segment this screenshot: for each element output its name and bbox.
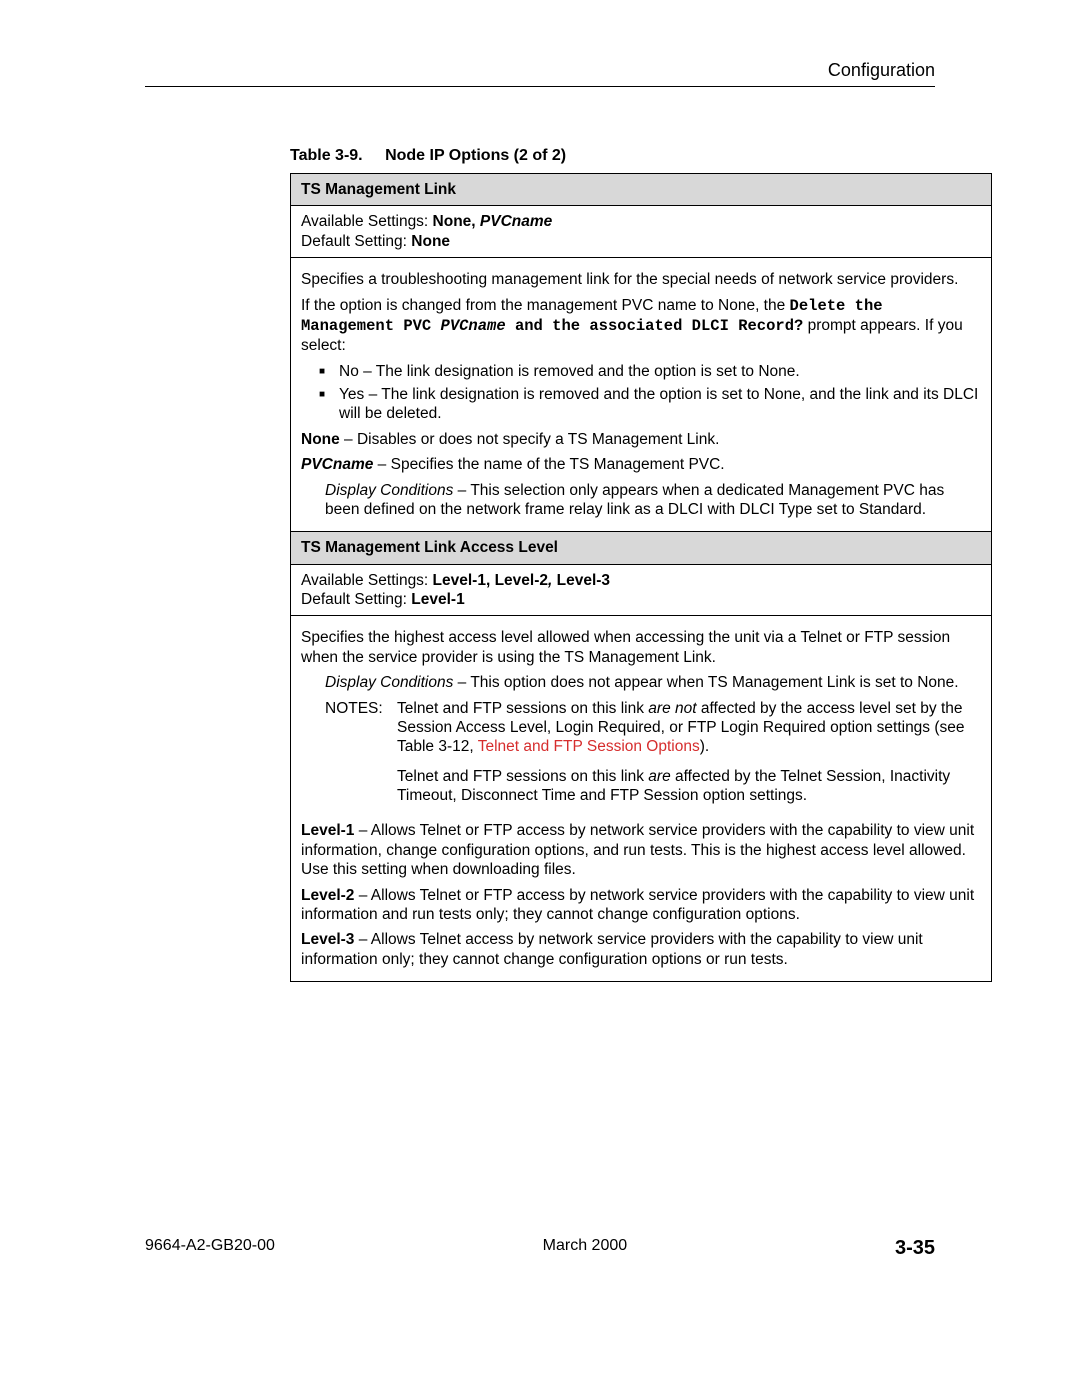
text: None [411,233,450,250]
paragraph: PVCname – Specifies the name of the TS M… [301,455,981,474]
row-header-access-level: TS Management Link Access Level [291,531,991,563]
text: If the option is changed from the manage… [301,297,790,314]
row-desc-access-level: Specifies the highest access level allow… [291,615,991,981]
text: Display Conditions [325,482,453,499]
options-table: TS Management Link Available Settings: N… [290,173,992,982]
code-text: PVCname [441,317,506,335]
text: Available Settings: [301,213,433,230]
doc-id: 9664-A2-GB20-00 [145,1237,275,1260]
text: Level-3 [557,572,610,589]
text: – Allows Telnet or FTP access by network… [301,822,974,878]
paragraph: Display Conditions – This selection only… [325,481,981,520]
text: , [548,572,557,589]
paragraph: Telnet and FTP sessions on this link are… [397,767,981,806]
paragraph: Level-1 – Allows Telnet or FTP access by… [301,821,981,879]
section-title: Configuration [145,60,935,81]
text: Available Settings: [301,572,433,589]
text: Telnet and FTP sessions on this link [397,768,648,785]
text: – This option does not appear when TS Ma… [453,674,958,691]
text: – Specifies the name of the TS Managemen… [373,456,724,473]
paragraph: Specifies a troubleshooting management l… [301,270,981,289]
paragraph: Telnet and FTP sessions on this link are… [397,699,981,757]
text: Default Setting: [301,233,411,250]
text: None, [433,213,480,230]
row-settings-access-level: Available Settings: Level-1, Level-2, Le… [291,564,991,616]
cross-reference-link[interactable]: Telnet and FTP Session Options [478,738,700,755]
text: Level-1 [411,591,464,608]
table-number: Table 3-9. [290,147,363,164]
text: Level-3 [301,931,354,948]
notes-body: Telnet and FTP sessions on this link are… [397,699,981,816]
row-header-ts-mgmt-link: TS Management Link [291,174,991,205]
page-footer: 9664-A2-GB20-00 March 2000 3-35 [145,1237,935,1260]
notes-block: NOTES: Telnet and FTP sessions on this l… [301,699,981,816]
text: – Allows Telnet or FTP access by network… [301,887,974,923]
paragraph: Display Conditions – This option does no… [325,673,981,692]
paragraph: Specifies the highest access level allow… [301,628,981,667]
row-desc-ts-mgmt-link: Specifies a troubleshooting management l… [291,257,991,531]
text: Display Conditions [325,674,453,691]
text: are [648,768,670,785]
page-number: 3-35 [895,1237,935,1260]
row-settings-ts-mgmt-link: Available Settings: None, PVCname Defaul… [291,205,991,257]
list-item: Yes – The link designation is removed an… [339,385,981,424]
notes-label: NOTES: [325,699,397,816]
text: – Disables or does not specify a TS Mana… [340,431,720,448]
paragraph: None – Disables or does not specify a TS… [301,430,981,449]
footer-date: March 2000 [543,1237,628,1260]
paragraph: If the option is changed from the manage… [301,296,981,356]
table-title: Node IP Options (2 of 2) [385,147,566,164]
paragraph: Level-2 – Allows Telnet or FTP access by… [301,886,981,925]
text: Telnet and FTP sessions on this link [397,700,648,717]
bullet-list: No – The link designation is removed and… [301,362,981,424]
text: PVCname [480,213,552,230]
text: None [301,431,340,448]
text: Level-1, Level-2 [433,572,548,589]
text: – Allows Telnet access by network servic… [301,931,923,967]
header-rule [145,86,935,87]
text: PVCname [301,456,373,473]
paragraph: Level-3 – Allows Telnet access by networ… [301,930,981,969]
list-item: No – The link designation is removed and… [339,362,981,381]
table-caption: Table 3-9. Node IP Options (2 of 2) [290,147,935,165]
text: Level-2 [301,887,354,904]
text: are not [648,700,696,717]
text: Default Setting: [301,591,411,608]
code-text: and the associated DLCI Record? [506,317,804,335]
text: Level-1 [301,822,354,839]
text: ). [700,738,709,755]
